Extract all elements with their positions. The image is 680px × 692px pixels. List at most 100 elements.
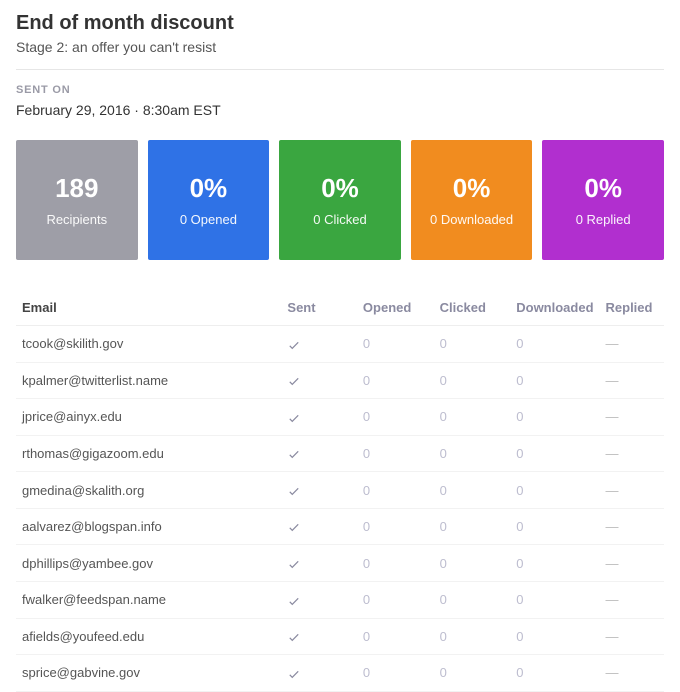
- stat-card-opened[interactable]: 0% 0 Opened: [148, 140, 270, 260]
- col-header-clicked[interactable]: Clicked: [434, 290, 511, 326]
- stat-cards: 189 Recipients 0% 0 Opened 0% 0 Clicked …: [16, 140, 664, 260]
- check-icon: [287, 630, 301, 644]
- cell-clicked: 0: [434, 435, 511, 472]
- cell-downloaded: 0: [510, 435, 599, 472]
- check-icon: [287, 520, 301, 534]
- stat-value: 0%: [190, 173, 228, 204]
- cell-opened: 0: [357, 472, 434, 509]
- cell-replied: —: [600, 545, 664, 582]
- cell-clicked: 0: [434, 655, 511, 692]
- table-row[interactable]: aalvarez@blogspan.info000—: [16, 508, 664, 545]
- stat-value: 189: [55, 173, 98, 204]
- cell-sent: [281, 435, 357, 472]
- stat-label: 0 Opened: [180, 212, 237, 227]
- stat-value: 0%: [584, 173, 622, 204]
- table-row[interactable]: kpalmer@twitterlist.name000—: [16, 362, 664, 399]
- cell-downloaded: 0: [510, 655, 599, 692]
- cell-email: sprice@gabvine.gov: [16, 655, 281, 692]
- stat-value: 0%: [453, 173, 491, 204]
- campaign-subtitle: Stage 2: an offer you can't resist: [16, 39, 664, 55]
- cell-downloaded: 0: [510, 326, 599, 363]
- cell-email: fwalker@feedspan.name: [16, 581, 281, 618]
- cell-sent: [281, 472, 357, 509]
- cell-email: aalvarez@blogspan.info: [16, 508, 281, 545]
- col-header-sent[interactable]: Sent: [281, 290, 357, 326]
- cell-replied: —: [600, 435, 664, 472]
- cell-sent: [281, 545, 357, 582]
- check-icon: [287, 557, 301, 571]
- cell-replied: —: [600, 472, 664, 509]
- stat-card-clicked[interactable]: 0% 0 Clicked: [279, 140, 401, 260]
- cell-downloaded: 0: [510, 472, 599, 509]
- cell-email: rthomas@gigazoom.edu: [16, 435, 281, 472]
- stat-card-downloaded[interactable]: 0% 0 Downloaded: [411, 140, 533, 260]
- table-row[interactable]: fwalker@feedspan.name000—: [16, 581, 664, 618]
- table-row[interactable]: tcook@skilith.gov000—: [16, 326, 664, 363]
- cell-opened: 0: [357, 399, 434, 436]
- cell-replied: —: [600, 508, 664, 545]
- cell-opened: 0: [357, 362, 434, 399]
- stat-value: 0%: [321, 173, 359, 204]
- cell-clicked: 0: [434, 326, 511, 363]
- cell-opened: 0: [357, 655, 434, 692]
- table-row[interactable]: dphillips@yambee.gov000—: [16, 545, 664, 582]
- cell-opened: 0: [357, 581, 434, 618]
- cell-email: dphillips@yambee.gov: [16, 545, 281, 582]
- table-row[interactable]: afields@youfeed.edu000—: [16, 618, 664, 655]
- cell-replied: —: [600, 362, 664, 399]
- sent-on-label: SENT ON: [16, 84, 664, 96]
- cell-replied: —: [600, 326, 664, 363]
- cell-downloaded: 0: [510, 545, 599, 582]
- check-icon: [287, 411, 301, 425]
- cell-replied: —: [600, 399, 664, 436]
- divider: [16, 69, 664, 70]
- table-row[interactable]: rthomas@gigazoom.edu000—: [16, 435, 664, 472]
- check-icon: [287, 374, 301, 388]
- cell-clicked: 0: [434, 618, 511, 655]
- cell-downloaded: 0: [510, 362, 599, 399]
- cell-email: gmedina@skalith.org: [16, 472, 281, 509]
- stat-card-replied[interactable]: 0% 0 Replied: [542, 140, 664, 260]
- col-header-opened[interactable]: Opened: [357, 290, 434, 326]
- cell-email: tcook@skilith.gov: [16, 326, 281, 363]
- cell-opened: 0: [357, 326, 434, 363]
- cell-sent: [281, 508, 357, 545]
- cell-email: kpalmer@twitterlist.name: [16, 362, 281, 399]
- cell-clicked: 0: [434, 508, 511, 545]
- stat-label: Recipients: [46, 212, 107, 227]
- table-row[interactable]: jprice@ainyx.edu000—: [16, 399, 664, 436]
- cell-clicked: 0: [434, 545, 511, 582]
- cell-opened: 0: [357, 545, 434, 582]
- table-header-row: Email Sent Opened Clicked Downloaded Rep…: [16, 290, 664, 326]
- cell-downloaded: 0: [510, 581, 599, 618]
- cell-replied: —: [600, 581, 664, 618]
- cell-clicked: 0: [434, 399, 511, 436]
- table-row[interactable]: sprice@gabvine.gov000—: [16, 655, 664, 692]
- cell-downloaded: 0: [510, 618, 599, 655]
- recipients-table: Email Sent Opened Clicked Downloaded Rep…: [16, 290, 664, 692]
- stat-card-recipients[interactable]: 189 Recipients: [16, 140, 138, 260]
- cell-clicked: 0: [434, 362, 511, 399]
- cell-sent: [281, 655, 357, 692]
- cell-opened: 0: [357, 435, 434, 472]
- cell-sent: [281, 618, 357, 655]
- cell-sent: [281, 326, 357, 363]
- col-header-email[interactable]: Email: [16, 290, 281, 326]
- check-icon: [287, 594, 301, 608]
- cell-sent: [281, 362, 357, 399]
- cell-sent: [281, 581, 357, 618]
- check-icon: [287, 447, 301, 461]
- campaign-title: End of month discount: [16, 12, 664, 35]
- check-icon: [287, 484, 301, 498]
- cell-email: afields@youfeed.edu: [16, 618, 281, 655]
- table-row[interactable]: gmedina@skalith.org000—: [16, 472, 664, 509]
- cell-downloaded: 0: [510, 399, 599, 436]
- col-header-replied[interactable]: Replied: [600, 290, 664, 326]
- col-header-downloaded[interactable]: Downloaded: [510, 290, 599, 326]
- sent-on-value: February 29, 2016 · 8:30am EST: [16, 102, 664, 118]
- cell-clicked: 0: [434, 472, 511, 509]
- stat-label: 0 Clicked: [313, 212, 366, 227]
- stat-label: 0 Downloaded: [430, 212, 513, 227]
- cell-email: jprice@ainyx.edu: [16, 399, 281, 436]
- cell-replied: —: [600, 655, 664, 692]
